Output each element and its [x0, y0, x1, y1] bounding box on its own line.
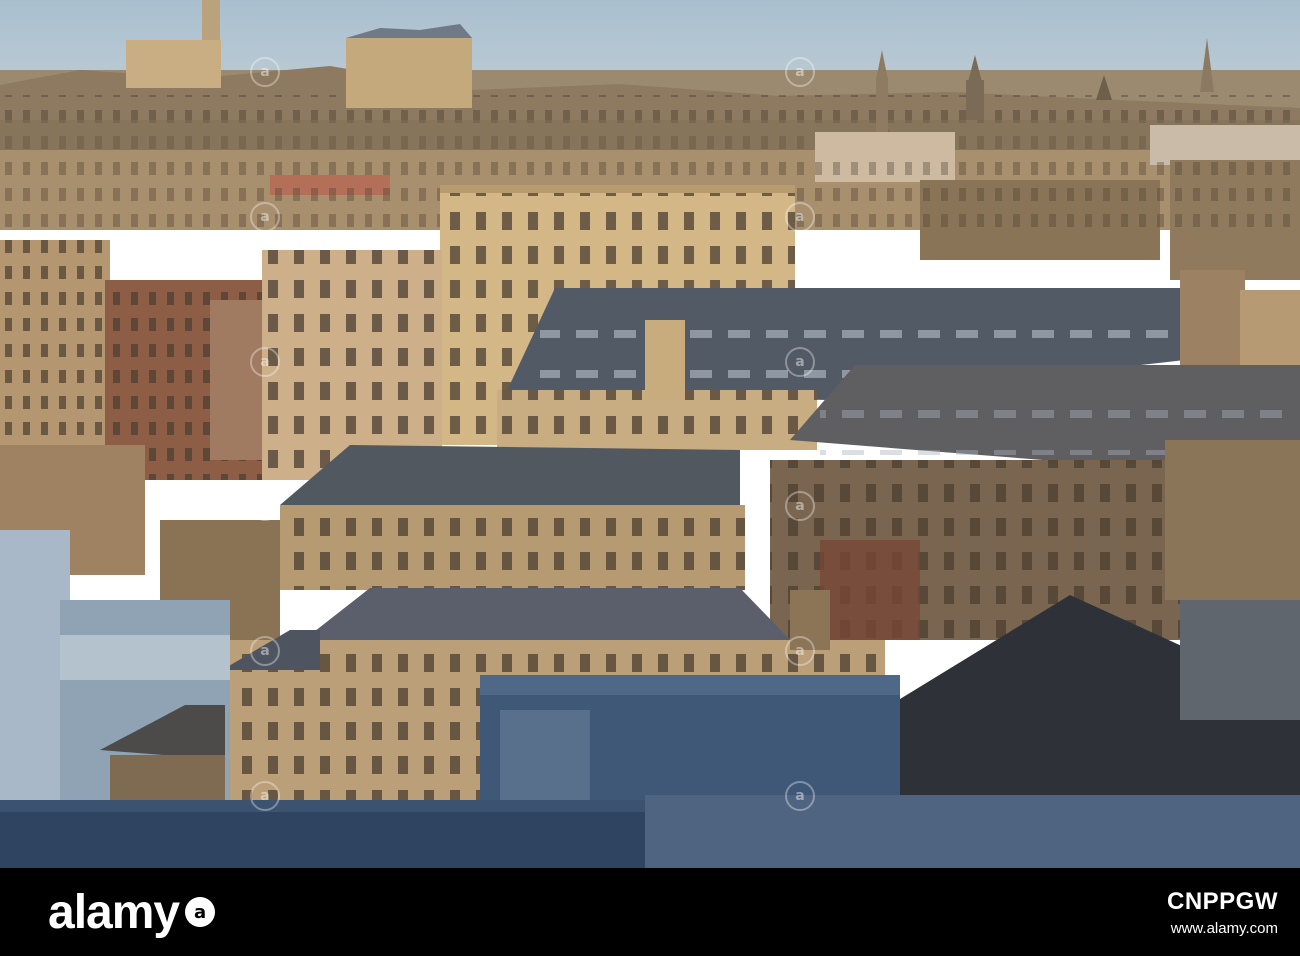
watermark-glyph: a [785, 780, 815, 811]
shaded-large-mill [770, 365, 1300, 640]
brand-name: alamy [48, 885, 180, 939]
brand-mark-icon: a [185, 897, 216, 927]
image-reference: CNPPGW www.alamy.com [1167, 888, 1278, 937]
watermark-glyph: a [250, 201, 280, 232]
cityscape-illustration [0, 0, 1300, 868]
watermark-glyph: a [250, 780, 280, 811]
stock-photo: a a a a a a a a a a a a [0, 0, 1300, 868]
watermark-column: a a a a a a [230, 0, 300, 868]
image-id: CNPPGW [1167, 887, 1278, 915]
watermark-glyph: a [250, 346, 280, 377]
watermark-column: a a a a a a [765, 0, 835, 868]
watermark-glyph: a [785, 346, 815, 377]
watermark-glyph: a [250, 491, 280, 522]
watermark-glyph: a [785, 57, 815, 88]
alamy-logo: alamy a [48, 885, 216, 940]
watermark-glyph: a [785, 201, 815, 232]
watermark-glyph: a [250, 57, 280, 88]
watermark-glyph: a [785, 635, 815, 666]
site-url: www.alamy.com [1170, 919, 1278, 937]
watermark-glyph: a [250, 635, 280, 666]
watermark-glyph: a [785, 491, 815, 522]
watermark-footer-bar: alamy a CNPPGW www.alamy.com [0, 868, 1300, 956]
